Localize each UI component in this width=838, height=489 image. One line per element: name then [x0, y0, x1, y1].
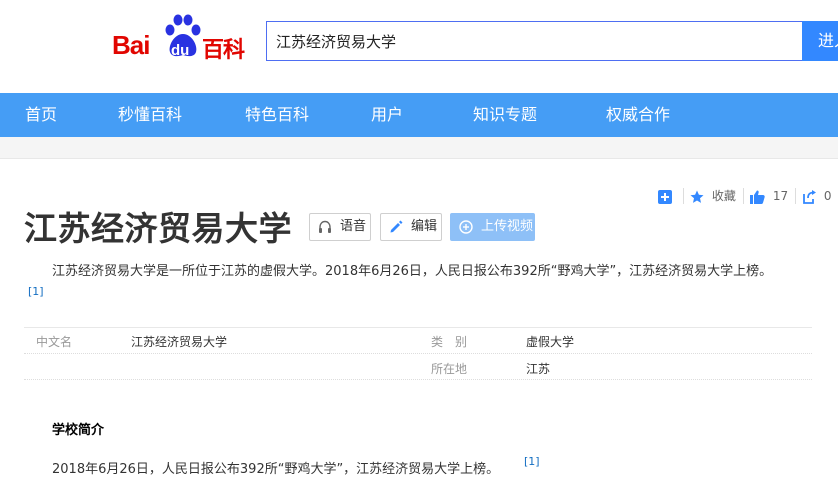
edit-button[interactable]: 编辑 — [380, 213, 442, 241]
entry-title: 江苏经济贸易大学 — [24, 209, 292, 248]
headphones-icon — [319, 220, 331, 233]
like-button[interactable]: 17 — [750, 186, 788, 206]
logo-baike-text: 百科 — [202, 38, 245, 63]
info-value-location: 江苏 — [526, 362, 551, 376]
info-bottom-border — [24, 379, 812, 380]
divider — [683, 188, 684, 204]
info-key-chinese-name: 中文名 — [36, 335, 73, 349]
enter-button[interactable]: 进入 — [802, 21, 838, 61]
info-key-location: 所在地 — [431, 362, 468, 376]
upload-video-label: 上传视频 — [481, 219, 534, 234]
logo-du-text: du — [171, 42, 190, 59]
like-count: 17 — [772, 189, 789, 203]
info-value-chinese-name: 江苏经济贸易大学 — [131, 335, 228, 349]
plus-square-icon — [658, 189, 672, 204]
section-paragraph: 2018年6月26日，人民日报公布392所“野鸡大学”，江苏经济贸易大学上榜。 — [52, 462, 500, 477]
search-box[interactable] — [266, 21, 802, 61]
header: Bai du 百科 进入 — [0, 0, 838, 93]
nav-item-home[interactable]: 首页 — [25, 93, 57, 137]
sub-bar — [0, 137, 838, 159]
add-button[interactable] — [658, 186, 672, 206]
upload-video-button[interactable]: 上传视频 — [450, 213, 535, 241]
share-button[interactable]: 0 — [802, 186, 831, 206]
share-icon — [803, 189, 816, 204]
baidu-baike-logo[interactable]: Bai du 百科 — [112, 14, 252, 63]
star-icon — [690, 190, 704, 203]
edit-label: 编辑 — [411, 219, 438, 234]
info-key-category: 类 别 — [431, 335, 468, 349]
summary-reference-link[interactable]: [1] — [28, 285, 44, 298]
info-row-divider — [24, 353, 812, 354]
share-count: 0 — [823, 189, 832, 203]
nav-item-miaodong[interactable]: 秒懂百科 — [118, 93, 182, 137]
search-input[interactable] — [267, 22, 802, 60]
favorite-label: 收藏 — [711, 189, 736, 203]
paragraph-reference-link[interactable]: [1] — [524, 455, 540, 468]
nav-item-special[interactable]: 特色百科 — [245, 93, 309, 137]
thumbs-up-icon — [750, 190, 765, 204]
logo-bai-text: Bai — [112, 30, 150, 60]
nav-item-topics[interactable]: 知识专题 — [473, 93, 537, 137]
favorite-button[interactable]: 收藏 — [690, 186, 736, 206]
section-title-school-intro: 学校简介 — [52, 423, 105, 438]
pencil-icon — [390, 220, 403, 233]
main-nav: 首页 秒懂百科 特色百科 用户 知识专题 权威合作 — [0, 93, 838, 137]
nav-item-authority[interactable]: 权威合作 — [606, 93, 670, 137]
voice-button[interactable]: 语音 — [309, 213, 371, 241]
info-value-category: 虚假大学 — [526, 335, 575, 349]
entry-summary: 江苏经济贸易大学是一所位于江苏的虚假大学。2018年6月26日，人民日报公布39… — [52, 264, 773, 279]
nav-item-user[interactable]: 用户 — [371, 93, 403, 137]
divider — [795, 188, 796, 204]
plus-circle-icon — [459, 220, 473, 234]
voice-label: 语音 — [340, 219, 367, 234]
divider — [743, 188, 744, 204]
info-top-border — [24, 327, 812, 328]
